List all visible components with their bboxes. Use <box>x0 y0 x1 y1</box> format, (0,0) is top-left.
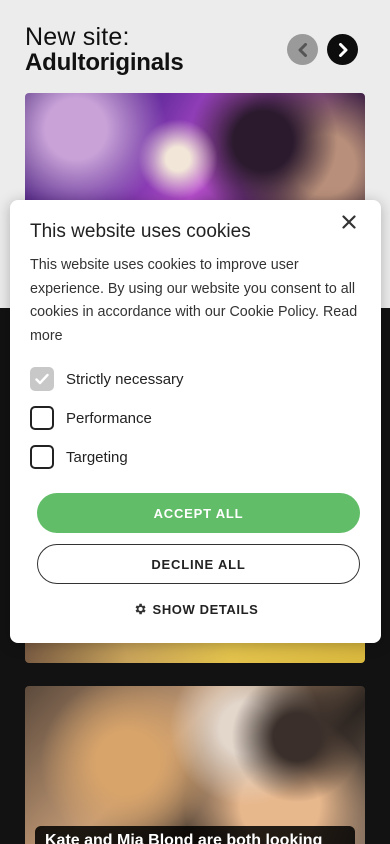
headline-line1: New site: <box>25 23 130 51</box>
close-button[interactable] <box>339 212 359 232</box>
featured-video-thumbnail[interactable] <box>25 93 365 213</box>
gear-icon <box>135 603 146 615</box>
targeting-checkbox[interactable] <box>30 445 54 469</box>
targeting-label[interactable]: Targeting <box>66 449 128 466</box>
performance-checkbox[interactable] <box>30 406 54 430</box>
headline-site-name[interactable]: Adultoriginals <box>25 50 184 76</box>
cookie-dialog-description: This website uses cookies to improve use… <box>30 254 360 348</box>
cookie-dialog-title: This website uses cookies <box>30 221 251 242</box>
video-caption[interactable]: Kate and Mia Blond are both looking <box>35 826 355 844</box>
accept-all-button[interactable]: ACCEPT ALL <box>37 493 360 533</box>
carousel-next-button[interactable] <box>327 34 358 65</box>
decline-all-button[interactable]: DECLINE ALL <box>37 544 360 584</box>
cookie-consent-dialog: This website uses cookies This website u… <box>10 200 381 643</box>
strictly-necessary-label: Strictly necessary <box>66 370 184 388</box>
close-icon <box>342 215 356 229</box>
strictly-necessary-checkbox <box>30 367 54 391</box>
show-details-label: SHOW DETAILS <box>152 601 259 617</box>
cookie-option-performance[interactable]: Performance <box>30 406 152 430</box>
cookie-description-text: This website uses cookies to improve use… <box>30 257 356 320</box>
video-thumbnail[interactable] <box>25 686 365 844</box>
page-headline: New site: Adultoriginals <box>25 24 184 76</box>
checkmark-icon <box>35 373 49 385</box>
chevron-left-icon <box>298 42 307 57</box>
cookie-option-targeting[interactable]: Targeting <box>30 445 128 469</box>
chevron-right-icon <box>338 42 347 57</box>
cookie-option-strictly-necessary: Strictly necessary <box>30 367 184 391</box>
carousel-prev-button[interactable] <box>287 34 318 65</box>
show-details-button[interactable]: SHOW DETAILS <box>10 598 381 620</box>
performance-label[interactable]: Performance <box>66 410 152 427</box>
